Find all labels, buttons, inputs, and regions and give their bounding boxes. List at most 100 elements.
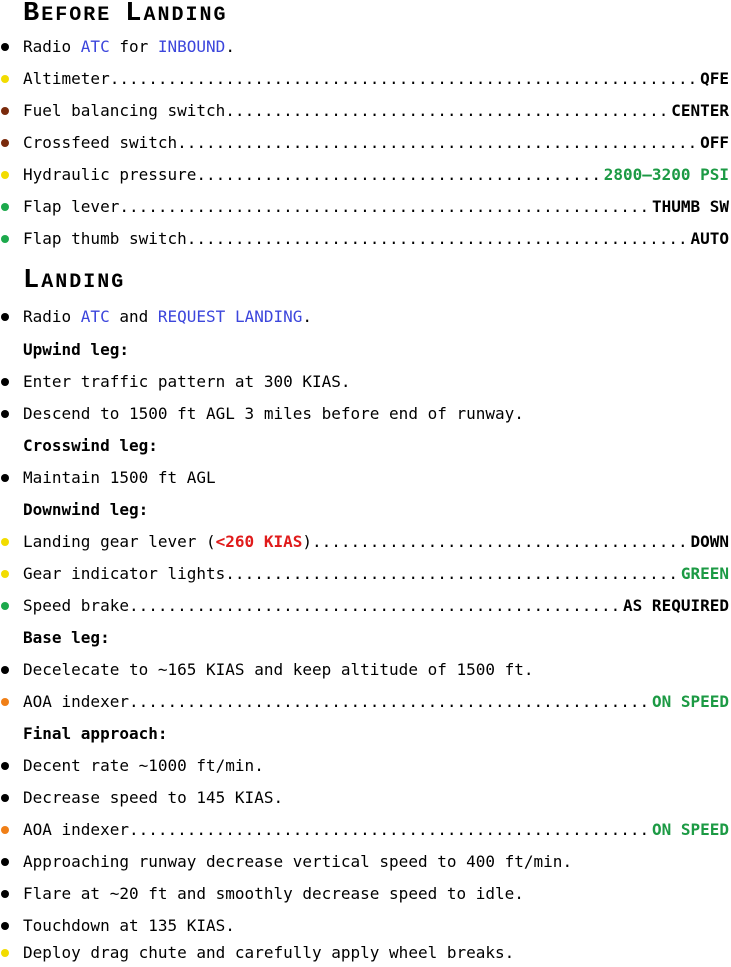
bullet-icon [1, 890, 9, 898]
dot-leader [110, 67, 700, 91]
check-label: Landing gear lever (<260 KIAS) [23, 532, 312, 551]
bullet-icon [1, 171, 9, 179]
check-value: 2800–3200 PSI [603, 165, 729, 184]
check-item-landing-gear-lever: Landing gear lever (<260 KIAS) DOWN [0, 530, 731, 554]
item-text: Radio ATC and REQUEST LANDING. [23, 307, 313, 326]
bullet-icon [1, 43, 9, 51]
checklist-page: BEFORE LANDING Radio ATC for INBOUND. Al… [0, 0, 731, 967]
title-rest: ANDING [41, 271, 126, 294]
section-title-landing: LANDING [23, 267, 125, 295]
list-item: Decelecate to ~165 KIAS and keep altitud… [0, 658, 731, 682]
dot-leader [119, 195, 652, 219]
item-text: Decent rate ~1000 ft/min. [23, 756, 264, 775]
check-value: QFE [700, 69, 729, 88]
check-value: THUMB SW [651, 197, 729, 216]
bullet-icon [1, 858, 9, 866]
bullet-icon [1, 313, 9, 321]
speed-limit-warning: <260 KIAS [215, 532, 303, 551]
subheading-downwind-leg: Downwind leg: [23, 500, 149, 519]
bullet-icon [1, 538, 9, 546]
list-item: Approaching runway decrease vertical spe… [0, 850, 731, 874]
item-text: Touchdown at 135 KIAS. [23, 916, 235, 935]
bullet-icon [1, 410, 9, 418]
dot-leader [187, 227, 691, 251]
bullet-icon [1, 762, 9, 770]
check-item-speed-brake: Speed brake AS REQUIRED [0, 594, 731, 618]
item-text: Descend to 1500 ft AGL 3 miles before en… [23, 404, 524, 423]
check-label: Fuel balancing switch [23, 101, 226, 120]
list-item: Touchdown at 135 KIAS. [0, 914, 731, 938]
item-text: Flare at ~20 ft and smoothly decrease sp… [23, 884, 524, 903]
check-label: Altimeter [23, 69, 110, 88]
check-label: AOA indexer [23, 692, 129, 711]
dot-leader [225, 562, 681, 586]
check-label: Gear indicator lights [23, 564, 226, 583]
subheading-upwind-leg: Upwind leg: [23, 340, 129, 359]
subheading-base-leg: Base leg: [23, 628, 110, 647]
list-item: Decrease speed to 145 KIAS. [0, 786, 731, 810]
check-item-gear-indicator-lights: Gear indicator lights GREEN [0, 562, 731, 586]
bullet-icon [1, 666, 9, 674]
check-label: Flap lever [23, 197, 120, 216]
section-title-before-landing: BEFORE LANDING [23, 0, 227, 28]
item-text: Enter traffic pattern at 300 KIAS. [23, 372, 351, 391]
keyword-inbound: INBOUND [157, 37, 226, 56]
title-rest: ANDING [143, 4, 228, 27]
check-value: AS REQUIRED [623, 596, 729, 615]
check-item-flap-thumb-switch: Flap thumb switch AUTO [0, 227, 731, 251]
dot-leader [129, 818, 652, 842]
item-text: Maintain 1500 ft AGL [23, 468, 216, 487]
title-initial: L [125, 0, 144, 29]
title-rest: EFORE [41, 4, 112, 27]
check-label: AOA indexer [23, 820, 129, 839]
list-item: Decent rate ~1000 ft/min. [0, 754, 731, 778]
title-initial: B [23, 0, 42, 29]
subheading-crosswind-leg: Crosswind leg: [23, 436, 158, 455]
check-item-aoa-indexer: AOA indexer ON SPEED [0, 690, 731, 714]
radio-request-landing-item: Radio ATC and REQUEST LANDING. [0, 305, 731, 329]
bullet-icon [1, 698, 9, 706]
check-item-aoa-indexer: AOA indexer ON SPEED [0, 818, 731, 842]
dot-leader [129, 594, 623, 618]
bullet-icon [1, 235, 9, 243]
check-label: Crossfeed switch [23, 133, 178, 152]
check-item-hydraulic-pressure: Hydraulic pressure 2800–3200 PSI [0, 163, 731, 187]
check-value: ON SPEED [651, 692, 729, 711]
bullet-icon [1, 570, 9, 578]
dot-leader [225, 99, 671, 123]
radio-inbound-item: Radio ATC for INBOUND. [0, 35, 731, 59]
check-label: Speed brake [23, 596, 129, 615]
keyword-atc: ATC [80, 307, 110, 326]
check-value: CENTER [671, 101, 729, 120]
check-label: Hydraulic pressure [23, 165, 197, 184]
dot-leader [177, 131, 700, 155]
check-value: DOWN [690, 532, 729, 551]
list-item: Descend to 1500 ft AGL 3 miles before en… [0, 402, 731, 426]
check-item-altimeter: Altimeter QFE [0, 67, 731, 91]
bullet-icon [1, 75, 9, 83]
check-value: AUTO [690, 229, 729, 248]
subheading-final-approach: Final approach: [23, 724, 168, 743]
title-initial: L [23, 266, 42, 296]
check-label: Flap thumb switch [23, 229, 187, 248]
keyword-atc: ATC [80, 37, 110, 56]
bullet-icon [1, 922, 9, 930]
check-item-fuel-balancing: Fuel balancing switch CENTER [0, 99, 731, 123]
check-item-flap-lever: Flap lever THUMB SW [0, 195, 731, 219]
bullet-icon [1, 826, 9, 834]
item-text: Decrease speed to 145 KIAS. [23, 788, 284, 807]
dot-leader [312, 530, 690, 554]
list-item: Deploy drag chute and carefully apply wh… [0, 941, 731, 965]
bullet-icon [1, 378, 9, 386]
check-value: ON SPEED [651, 820, 729, 839]
item-text: Deploy drag chute and carefully apply wh… [23, 943, 515, 962]
list-item: Flare at ~20 ft and smoothly decrease sp… [0, 882, 731, 906]
bullet-icon [1, 203, 9, 211]
dot-leader [129, 690, 652, 714]
bullet-icon [1, 602, 9, 610]
list-item: Enter traffic pattern at 300 KIAS. [0, 370, 731, 394]
item-text: Approaching runway decrease vertical spe… [23, 852, 573, 871]
keyword-request-landing: REQUEST LANDING [157, 307, 303, 326]
bullet-icon [1, 474, 9, 482]
item-text: Radio ATC for INBOUND. [23, 37, 235, 56]
